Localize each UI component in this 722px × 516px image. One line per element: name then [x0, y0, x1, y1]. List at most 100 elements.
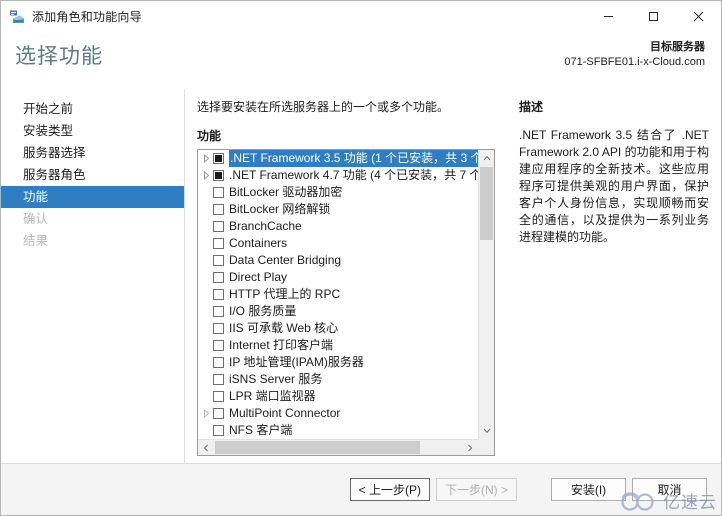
expander-placeholder [200, 286, 213, 303]
list-item-label: Internet 打印客户端 [229, 338, 334, 352]
description-text: .NET Framework 3.5 结合了 .NET Framework 2.… [519, 128, 709, 244]
expander-placeholder [200, 235, 213, 252]
window-controls [586, 1, 721, 32]
minimize-icon[interactable] [586, 1, 631, 32]
checkbox-empty[interactable] [213, 306, 224, 317]
list-item[interactable]: .NET Framework 4.7 功能 (4 个已安装，共 7 个) [198, 167, 478, 184]
next-button: 下一步(N) > [435, 478, 517, 501]
previous-button[interactable]: < 上一步(P) [349, 478, 430, 501]
sidebar-item-server-roles[interactable]: 服务器角色 [1, 164, 184, 186]
expander-placeholder [200, 371, 213, 388]
chevron-right-icon[interactable] [200, 405, 213, 422]
list-item-label: LPR 端口监视器 [229, 389, 316, 403]
checkbox-empty[interactable] [213, 425, 224, 436]
sidebar-item-results: 结果 [23, 234, 49, 248]
sidebar-item-server-selection[interactable]: 服务器选择 [1, 142, 184, 164]
page-title: 选择功能 [15, 45, 103, 68]
sidebar-item-installation-type[interactable]: 安装类型 [1, 120, 184, 142]
checkbox-empty[interactable] [213, 408, 224, 419]
list-item[interactable]: BitLocker 网络解锁 [198, 201, 478, 218]
title-bar[interactable]: 添加角色和功能向导 [1, 1, 721, 32]
list-item-label: MultiPoint Connector [229, 406, 341, 420]
chevron-right-icon[interactable] [200, 150, 213, 167]
description-pane: 描述 .NET Framework 3.5 结合了 .NET Framework… [509, 89, 721, 463]
list-item[interactable]: .NET Framework 3.5 功能 (1 个已安装，共 3 个) [198, 150, 478, 167]
checkbox-empty[interactable] [213, 187, 224, 198]
list-item[interactable]: BranchCache [198, 218, 478, 235]
list-item-label: HTTP 代理上的 RPC [229, 287, 341, 301]
checkbox-empty[interactable] [213, 272, 224, 283]
checkbox-empty[interactable] [213, 374, 224, 385]
expander-placeholder [200, 201, 213, 218]
list-item-label: BranchCache [229, 219, 302, 233]
cancel-button[interactable]: 取消 [632, 478, 707, 501]
scroll-left-icon[interactable] [198, 440, 214, 455]
checkbox-empty[interactable] [213, 357, 224, 368]
expander-placeholder [200, 354, 213, 371]
chevron-right-icon[interactable] [200, 167, 213, 184]
checkbox-empty[interactable] [213, 221, 224, 232]
list-item-label: BitLocker 驱动器加密 [229, 185, 343, 199]
expander-placeholder [200, 252, 213, 269]
scroll-down-icon[interactable] [479, 423, 494, 439]
close-icon[interactable] [676, 1, 721, 32]
list-item-label: Direct Play [229, 270, 288, 284]
checkbox-empty[interactable] [213, 391, 224, 402]
list-item[interactable]: iSNS Server 服务 [198, 371, 478, 388]
scrollbar-corner [478, 439, 494, 455]
wizard-server-icon [9, 9, 25, 25]
sidebar-item-features[interactable]: 功能 [1, 186, 184, 208]
list-item[interactable]: I/O 服务质量 [198, 303, 478, 320]
destination-server-block: 目标服务器 071-SFBFE01.i-x-Cloud.com [564, 40, 705, 70]
vertical-scroll-thumb[interactable] [480, 167, 493, 240]
list-item-label: IIS 可承载 Web 核心 [229, 321, 339, 335]
list-item-label: .NET Framework 3.5 功能 (1 个已安装，共 3 个) [229, 150, 478, 167]
instruction-text: 选择要安装在所选服务器上的一个或多个功能。 [197, 100, 450, 114]
checkbox-empty[interactable] [213, 340, 224, 351]
expander-placeholder [200, 184, 213, 201]
checkbox-empty[interactable] [213, 204, 224, 215]
list-item[interactable]: Data Center Bridging [198, 252, 478, 269]
features-listbox[interactable]: .NET Framework 3.5 功能 (1 个已安装，共 3 个) .NE… [197, 149, 495, 456]
list-item[interactable]: IIS 可承载 Web 核心 [198, 320, 478, 337]
list-item-label: Containers [229, 236, 288, 250]
list-item-label: iSNS Server 服务 [229, 372, 323, 386]
destination-server-name: 071-SFBFE01.i-x-Cloud.com [564, 56, 705, 68]
list-item[interactable]: MultiPoint Connector [198, 405, 478, 422]
horizontal-scroll-thumb[interactable] [215, 441, 420, 454]
list-item-label: IP 地址管理(IPAM)服务器 [229, 355, 364, 369]
page-header: 选择功能 目标服务器 071-SFBFE01.i-x-Cloud.com [1, 32, 721, 89]
expander-placeholder [200, 269, 213, 286]
checkbox-partial[interactable] [213, 170, 224, 181]
list-item[interactable]: HTTP 代理上的 RPC [198, 286, 478, 303]
list-item[interactable]: Containers [198, 235, 478, 252]
add-roles-features-wizard-window: 添加角色和功能向导 选择功能 目标服务器 071-SFBFE01.i-x-Clo… [0, 0, 722, 516]
wizard-steps-nav: 开始之前 安装类型 服务器选择 服务器角色 功能 确认 结果 [1, 89, 185, 463]
install-button[interactable]: 安装(I) [551, 478, 626, 501]
checkbox-partial[interactable] [213, 153, 224, 164]
checkbox-empty[interactable] [213, 323, 224, 334]
expander-placeholder [200, 422, 213, 439]
sidebar-item-before-you-begin[interactable]: 开始之前 [1, 98, 184, 120]
scroll-right-icon[interactable] [462, 440, 478, 455]
features-list: .NET Framework 3.5 功能 (1 个已安装，共 3 个) .NE… [198, 150, 478, 439]
features-horizontal-scrollbar[interactable] [198, 439, 478, 455]
list-item[interactable]: LPR 端口监视器 [198, 388, 478, 405]
list-item[interactable]: NFS 客户端 [198, 422, 478, 439]
wizard-footer: < 上一步(P) 下一步(N) > 安装(I) 取消 亿速云 [1, 463, 721, 515]
destination-server-label: 目标服务器 [650, 41, 705, 53]
list-item[interactable]: IP 地址管理(IPAM)服务器 [198, 354, 478, 371]
expander-placeholder [200, 388, 213, 405]
checkbox-empty[interactable] [213, 238, 224, 249]
list-item[interactable]: Direct Play [198, 269, 478, 286]
checkbox-empty[interactable] [213, 255, 224, 266]
features-vertical-scrollbar[interactable] [478, 150, 494, 439]
checkbox-empty[interactable] [213, 289, 224, 300]
list-item-label: .NET Framework 4.7 功能 (4 个已安装，共 7 个) [229, 168, 478, 182]
window-title: 添加角色和功能向导 [32, 10, 142, 24]
features-section-label: 功能 [197, 129, 222, 143]
scroll-up-icon[interactable] [479, 150, 494, 166]
maximize-icon[interactable] [631, 1, 676, 32]
list-item[interactable]: BitLocker 驱动器加密 [198, 184, 478, 201]
list-item[interactable]: Internet 打印客户端 [198, 337, 478, 354]
